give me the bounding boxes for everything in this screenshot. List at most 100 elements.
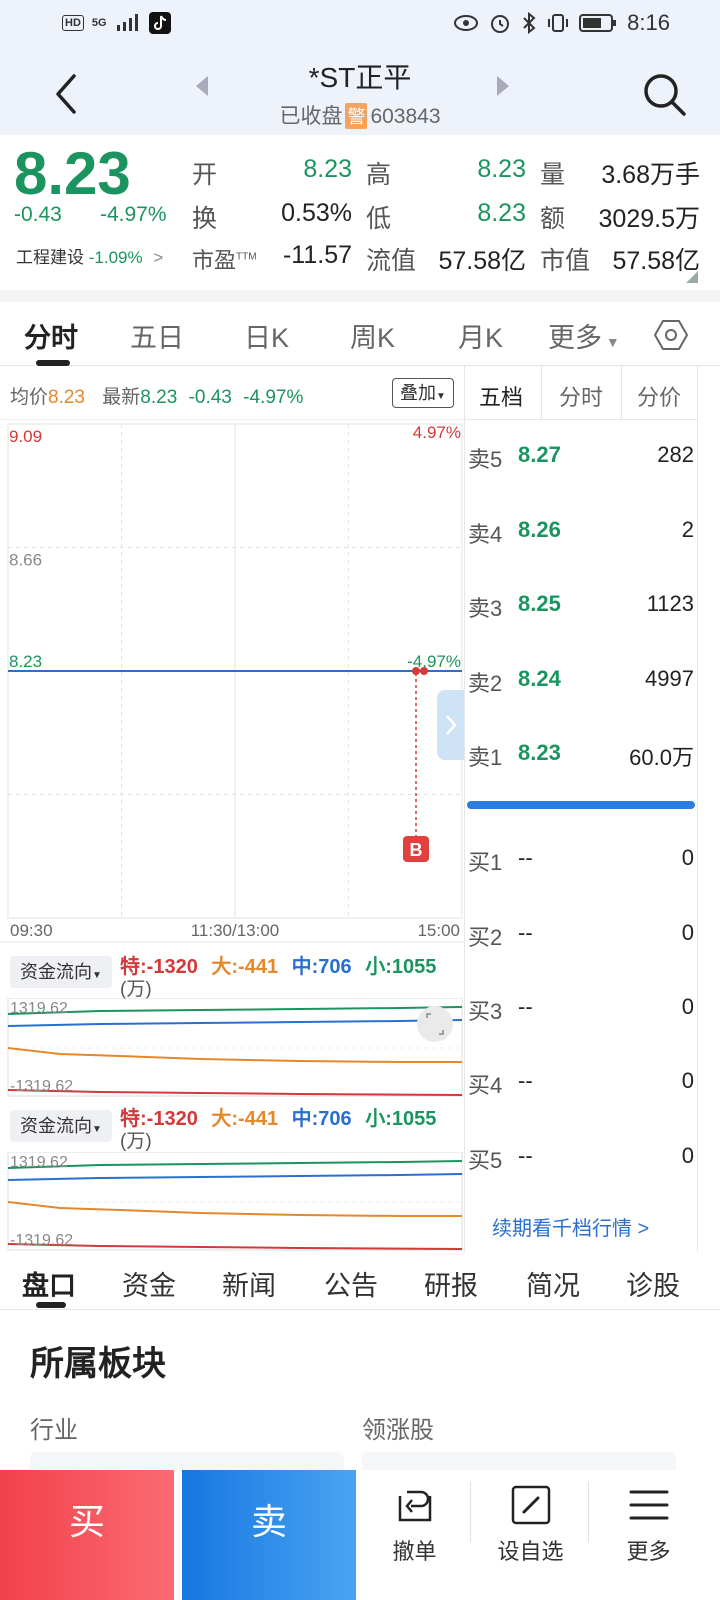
buy-level-volume: 0 <box>681 1143 694 1168</box>
alarm-icon <box>491 15 510 33</box>
fund-line-super <box>7 1089 463 1096</box>
leader-card[interactable] <box>362 1452 676 1472</box>
sell-level-price: 8.23 <box>518 740 561 765</box>
fund-flow-area: 资金流向▼ 特:-1320 大:-441 中:706 小:1055 (万) 13… <box>0 946 464 1252</box>
leader-label: 领涨股 <box>362 1417 434 1444</box>
tab-more[interactable]: 更多 ▼ <box>548 316 620 355</box>
tab-news[interactable]: 新闻 <box>222 1264 276 1303</box>
tab-intraday[interactable]: 分时 <box>24 316 78 355</box>
more-menu-label: 更多 <box>626 1539 671 1564</box>
chart-header: 均价8.23 最新8.23 -0.43 -4.97% 叠加▼ <box>0 366 464 420</box>
caret-down-icon: ▼ <box>92 1124 102 1135</box>
stock-name: *ST正平 <box>308 62 412 93</box>
tab-daily-k[interactable]: 日K <box>244 316 289 355</box>
fund-line-small-2 <box>7 1160 463 1169</box>
latest-value: 8.23 <box>140 387 178 408</box>
sell-level-volume: 2 <box>681 517 694 542</box>
fund-line-small <box>7 1006 463 1015</box>
info-tabs: 盘口 资金 新闻 公告 研报 简况 诊股 <box>0 1252 720 1310</box>
tab-diagnosis[interactable]: 诊股 <box>626 1264 680 1303</box>
settings-icon[interactable] <box>654 318 688 352</box>
fund-line-mid <box>7 1019 463 1027</box>
tab-monthly-k[interactable]: 月K <box>458 316 503 355</box>
fund-da-2: 大:-441 <box>211 1108 279 1130</box>
buy-level-volume: 0 <box>681 920 694 945</box>
collapse-orderbook-button[interactable] <box>437 690 465 760</box>
tab-ticks[interactable]: 分时 <box>559 380 603 412</box>
buy-level-price: -- <box>518 1068 533 1093</box>
fund-flow-label: 资金流向 <box>20 962 93 982</box>
cancel-order-button[interactable]: 撤单 <box>356 1470 473 1600</box>
next-stock-icon[interactable] <box>497 76 509 96</box>
x-tick-label: 11:30/13:00 <box>191 921 280 940</box>
current-price: 8.23 <box>14 140 131 207</box>
tab-five-day[interactable]: 五日 <box>130 316 184 355</box>
sell-level-label: 卖3 <box>468 596 503 621</box>
low-value: 8.23 <box>477 199 526 227</box>
buy-level-label: 买5 <box>468 1148 503 1173</box>
fund-xiao-2: 小:1055 <box>365 1108 437 1130</box>
caret-down-icon: ▼ <box>92 970 102 981</box>
orderbook-divider-bar <box>467 801 695 809</box>
sell-level-label: 卖1 <box>468 745 503 770</box>
expand-icon <box>417 1006 453 1042</box>
sector-link[interactable]: 工程建设 -1.09% > <box>16 243 163 268</box>
overlay-button[interactable]: 叠加▼ <box>392 378 454 408</box>
fund-flow-values-1: 特:-1320 大:-441 中:706 小:1055 <box>120 950 436 979</box>
float-cap-label: 流值 <box>366 247 417 275</box>
status-left: HD 5G <box>62 12 171 34</box>
cancel-order-icon <box>398 1490 432 1522</box>
sell-level-volume: 282 <box>657 442 694 467</box>
sell-button[interactable]: 卖 <box>182 1470 356 1600</box>
right-tick-label: 4.97% <box>413 423 461 442</box>
buy-level-price: -- <box>518 845 533 870</box>
buy-level-price: -- <box>518 1143 533 1168</box>
more-menu-button[interactable]: 更多 <box>590 1470 707 1600</box>
buy-level-label: 买1 <box>468 850 503 875</box>
fund-top-label-1: 1319.62 <box>10 1000 68 1017</box>
warning-badge: 警 <box>345 103 368 129</box>
fund-flow-select-1[interactable]: 资金流向▼ <box>10 956 112 988</box>
tab-price-dist[interactable]: 分价 <box>637 380 681 412</box>
tab-funds[interactable]: 资金 <box>122 1264 176 1303</box>
industry-card[interactable] <box>30 1452 344 1472</box>
tab-research[interactable]: 研报 <box>424 1264 478 1303</box>
high-value: 8.23 <box>477 155 526 183</box>
tab-five-levels[interactable]: 五档 <box>479 380 523 412</box>
intraday-chart[interactable]: 9.098.668.234.97%-4.97%B09:30 11:30/13:00… <box>0 420 464 946</box>
tab-profile[interactable]: 简况 <box>526 1264 580 1303</box>
tab-announcements[interactable]: 公告 <box>324 1264 378 1303</box>
sell-level-label: 卖2 <box>468 671 503 696</box>
market-status: 已收盘 <box>279 105 343 128</box>
fund-line-super-2 <box>7 1243 463 1250</box>
add-watchlist-label: 设自选 <box>497 1539 564 1564</box>
corner-expand-icon[interactable] <box>686 271 698 283</box>
buy-level-label: 买4 <box>468 1073 503 1098</box>
tab-handicap[interactable]: 盘口 <box>22 1264 76 1303</box>
buy-button[interactable]: 买 <box>0 1470 174 1600</box>
more-levels-link[interactable]: 续期看千档行情 > <box>492 1212 649 1241</box>
fund-top-label-2: 1319.62 <box>10 1154 68 1171</box>
bb-sep <box>588 1482 589 1542</box>
tab-weekly-k[interactable]: 周K <box>350 316 395 355</box>
volume-value: 3.68万手 <box>601 161 700 189</box>
fund-flow-select-2[interactable]: 资金流向▼ <box>10 1110 112 1142</box>
fund-line-large-2 <box>7 1201 462 1217</box>
last-price-dot <box>420 667 428 675</box>
x-tick-label: 09:30 <box>10 921 53 940</box>
buy-level-price: -- <box>518 994 533 1019</box>
open-value: 8.23 <box>303 155 352 183</box>
cancel-order-label: 撤单 <box>392 1539 437 1564</box>
search-icon[interactable] <box>640 70 688 118</box>
trade-bar: 买 卖 撤单 设自选 更多 <box>0 1470 720 1600</box>
status-bar: HD 5G 8:16 <box>0 0 720 50</box>
fund-zhong: 中:706 <box>291 956 352 978</box>
industry-label: 行业 <box>30 1417 78 1444</box>
orderbook-right-border <box>697 366 698 1252</box>
stock-subline: 已收盘警 603843 <box>0 100 720 130</box>
add-watchlist-button[interactable]: 设自选 <box>472 1470 589 1600</box>
sector-section <box>0 1310 720 1470</box>
y-tick-label: 8.66 <box>9 551 42 570</box>
float-cap-value: 57.58亿 <box>438 247 526 275</box>
buy-marker-dot <box>412 667 420 675</box>
